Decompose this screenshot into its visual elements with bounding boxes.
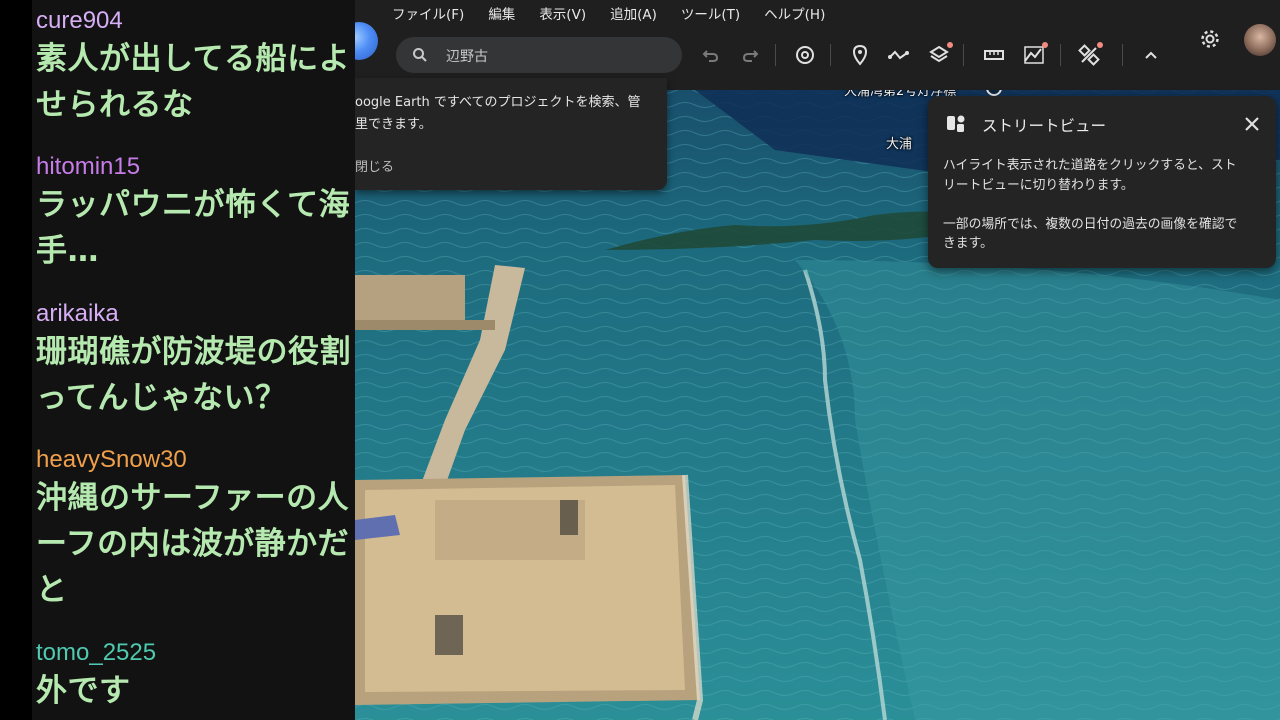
chat-text: 外です	[36, 673, 131, 709]
toolbar-divider	[1060, 44, 1061, 66]
chat-username: heavySnow30	[36, 446, 187, 473]
chat-username: cure904	[36, 7, 123, 34]
toolbar-divider	[1122, 44, 1123, 66]
chat-text: 沖縄のサーファーの人 ーフの内は波が静かだ と	[36, 480, 350, 608]
menu-file[interactable]: ファイル(F)	[392, 4, 464, 26]
street-view-pegman-icon	[947, 115, 965, 132]
undo-button[interactable]	[696, 40, 726, 70]
chat-username: tomo_2525	[36, 639, 157, 666]
chat-username: arikaika	[36, 300, 119, 327]
history-button[interactable]	[790, 40, 820, 70]
chat-message: arikaika 珊瑚礁が防波堤の役割 ってんじゃない？	[36, 299, 355, 421]
history-icon	[796, 46, 814, 64]
chat-text: 珊瑚礁が防波堤の役割 ってんじゃない？	[36, 334, 351, 416]
street-view-description: ハイライト表示された道路をクリックすると、スト リートビューに切り替わります。 …	[943, 158, 1238, 251]
placemark-button[interactable]	[845, 40, 875, 70]
menu-add[interactable]: 追加(A)	[610, 4, 657, 26]
menu-view[interactable]: 表示(V)	[539, 4, 586, 26]
chat-message: tomo_2525 外です	[36, 638, 355, 714]
collapse-button[interactable]	[1136, 40, 1166, 70]
chat-message: heavySnow30 沖縄のサーファーの人 ーフの内は波が静かだ と	[36, 445, 355, 613]
street-view-title: ストリートビュー	[982, 117, 1107, 135]
chevron-up-icon	[1145, 51, 1157, 59]
search-box[interactable]	[396, 37, 682, 73]
menu-help[interactable]: ヘルプ(H)	[764, 4, 825, 26]
gear-icon	[1201, 30, 1219, 48]
search-input[interactable]	[444, 44, 668, 68]
undo-icon	[702, 50, 719, 62]
search-icon	[413, 48, 427, 62]
map-label-oura: 大浦	[886, 137, 913, 152]
menu-tools[interactable]: ツール(T)	[681, 4, 740, 26]
menu-edit[interactable]: 編集	[488, 4, 515, 26]
path-icon	[888, 50, 909, 60]
redo-button[interactable]	[735, 40, 765, 70]
menu-bar: ファイル(F) 編集 表示(V) 追加(A) ツール(T) ヘルプ(H)	[392, 4, 849, 26]
street-view-panel: ストリートビュー ハイライト表示された道路をクリックすると、スト リートビューに…	[928, 96, 1276, 268]
close-icon[interactable]	[1242, 114, 1262, 134]
satellite-icon	[1078, 44, 1100, 66]
chat-edge-stripe	[0, 0, 32, 720]
placemark-icon	[852, 44, 868, 66]
layers-icon	[929, 45, 949, 63]
satellite-badge	[1097, 42, 1103, 48]
chat-message: cure904 素人が出してる船によ せられるな	[36, 6, 355, 128]
elevation-icon	[1024, 46, 1044, 64]
chat-username: hitomin15	[36, 153, 141, 180]
settings-button[interactable]	[1195, 24, 1225, 54]
toolbar-divider	[830, 44, 831, 66]
toolbar-divider	[775, 44, 776, 66]
search-tip-text: oogle Earth ですべてのプロジェクトを検索、管 里できます。	[355, 95, 641, 132]
path-button[interactable]	[884, 40, 914, 70]
chat-text: 素人が出してる船によ せられるな	[36, 41, 351, 123]
live-chat-overlay: cure904 素人が出してる船によ せられるな hitomin15 ラッパウニ…	[0, 0, 355, 720]
elevation-badge	[1042, 42, 1048, 48]
chat-text: ラッパウニが怖くて海 手…	[36, 187, 351, 269]
avatar[interactable]	[1244, 24, 1276, 56]
layers-badge	[947, 42, 953, 48]
search-tip-close-button[interactable]: 閉じる	[355, 156, 394, 175]
search-tip-popup: oogle Earth ですべてのプロジェクトを検索、管 里できます。 閉じる	[355, 78, 667, 190]
ruler-button[interactable]	[979, 40, 1009, 70]
ruler-icon	[984, 50, 1004, 60]
chat-message: hitomin15 ラッパウニが怖くて海 手…	[36, 152, 355, 274]
redo-icon	[742, 50, 759, 62]
toolbar-divider	[963, 44, 964, 66]
